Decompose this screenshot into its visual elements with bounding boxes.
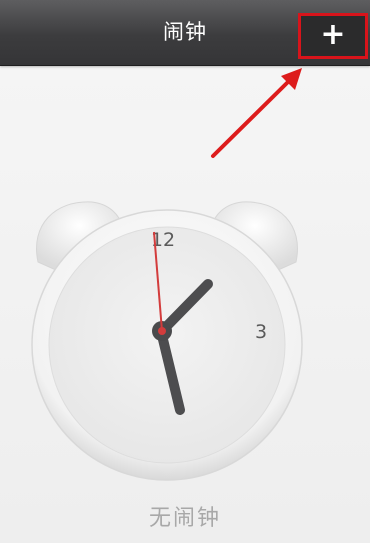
empty-state-label: 无闹钟 xyxy=(148,506,221,531)
clock-number-3: 3 xyxy=(255,321,267,343)
alarm-clock-icon: 12 3 xyxy=(31,201,303,481)
alarm-screen: 闹钟 + 12 3 无闹钟 xyxy=(0,0,370,543)
